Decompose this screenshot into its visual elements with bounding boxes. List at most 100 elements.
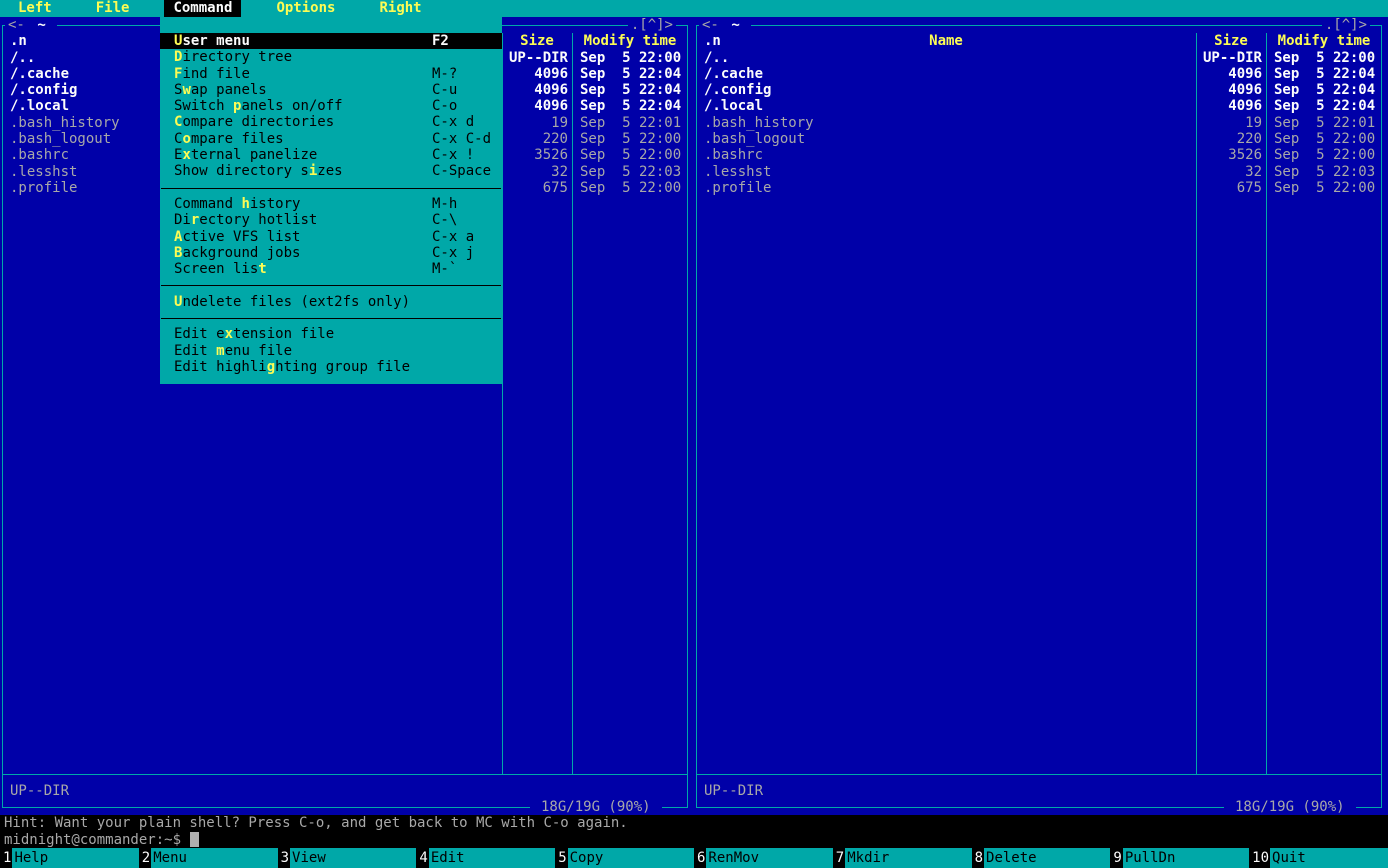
column-header-name[interactable]: Name — [698, 33, 1194, 49]
menu-item-compare-directories[interactable]: Compare directoriesC-x d — [160, 114, 502, 130]
file-mtime: Sep 5 22:00 — [580, 50, 681, 66]
fkey-8-delete[interactable]: 8Delete — [972, 848, 1111, 868]
mini-status-separator — [697, 774, 1381, 775]
fkey-3-view[interactable]: 3View — [278, 848, 417, 868]
column-header-size[interactable]: Size — [1197, 33, 1265, 49]
panel-path[interactable]: ~ — [26, 17, 57, 33]
file-row[interactable]: /..UP--DIRSep 5 22:00 — [696, 50, 1382, 66]
fkey-4-edit[interactable]: 4Edit — [416, 848, 555, 868]
file-name: /.config — [10, 82, 77, 98]
fkey-label: View — [290, 848, 416, 868]
menu-item-show-directory-sizes[interactable]: Show directory sizes C-Space — [160, 163, 502, 179]
fkey-label: RenMov — [706, 848, 832, 868]
menu-item-edit-menu-file[interactable]: Edit menu file — [160, 343, 502, 359]
file-name: .lesshst — [10, 164, 77, 180]
hotkey-letter: x — [225, 326, 233, 342]
column-header-mtime[interactable]: Modify time — [1267, 33, 1381, 49]
file-row[interactable]: .bash_history19Sep 5 22:01 — [696, 115, 1382, 131]
menu-shortcut: C-x a — [432, 229, 474, 245]
file-name: .bash_history — [704, 115, 814, 131]
command-line[interactable]: midnight@commander:~$ — [0, 832, 1388, 849]
menubar-item-options[interactable]: Options — [267, 0, 344, 17]
menu-item-background-jobs[interactable]: Background jobsC-x j — [160, 245, 502, 261]
column-header-size[interactable]: Size — [503, 33, 571, 49]
file-name: .bashrc — [10, 147, 69, 163]
menu-item-label: Directory hotlist — [174, 212, 317, 228]
menu-separator — [160, 310, 502, 326]
right-panel: <- ~ .[^]>.nNameSizeModify time/..UP--DI… — [696, 17, 1382, 815]
panel-corner-buttons[interactable]: .[^]> — [628, 17, 676, 33]
file-name: .bashrc — [704, 147, 763, 163]
menubar-item-command[interactable]: Command — [164, 0, 241, 17]
file-row[interactable]: .lesshst32Sep 5 22:03 — [696, 164, 1382, 180]
menu-item-edit-highlighting-group-file[interactable]: Edit highlighting group file — [160, 359, 502, 375]
menu-item-swap-panels[interactable]: Swap panels C-u — [160, 82, 502, 98]
file-row[interactable]: /.cache4096Sep 5 22:04 — [696, 66, 1382, 82]
hotkey-letter: U — [174, 33, 182, 49]
fkey-9-pulldn[interactable]: 9PullDn — [1110, 848, 1249, 868]
file-name: .bash_logout — [704, 131, 805, 147]
file-mtime: Sep 5 22:00 — [1274, 50, 1375, 66]
menu-item-edit-extension-file[interactable]: Edit extension file — [160, 326, 502, 342]
column-separator — [1266, 33, 1267, 775]
file-name: .profile — [704, 180, 771, 196]
menu-item-directory-tree[interactable]: Directory tree — [160, 49, 502, 65]
menubar-item-right[interactable]: Right — [370, 0, 430, 17]
menu-shortcut: C-\ — [432, 212, 457, 228]
menu-shortcut: C-x d — [432, 114, 474, 130]
panel-path[interactable]: ~ — [720, 17, 751, 33]
file-row[interactable]: .profile675Sep 5 22:00 — [696, 180, 1382, 196]
file-row[interactable]: /.config4096Sep 5 22:04 — [696, 82, 1382, 98]
menu-item-label: External panelize — [174, 147, 317, 163]
menu-item-label: Show directory sizes — [174, 163, 343, 179]
hotkey-letter: x — [182, 147, 190, 163]
file-row[interactable]: .bash_logout220Sep 5 22:00 — [696, 131, 1382, 147]
file-mtime: Sep 5 22:00 — [580, 147, 681, 163]
menu-item-user-menu[interactable]: User menuF2 — [160, 33, 502, 49]
history-back-button[interactable]: <- — [699, 17, 722, 33]
menu-item-switch-panels-on-off[interactable]: Switch panels on/offC-o — [160, 98, 502, 114]
menu-item-directory-hotlist[interactable]: Directory hotlist C-\ — [160, 212, 502, 228]
menu-shortcut: C-Space — [432, 163, 491, 179]
file-name: /.. — [704, 50, 729, 66]
fkey-10-quit[interactable]: 10Quit — [1249, 848, 1388, 868]
menu-item-external-panelize[interactable]: External panelizeC-x ! — [160, 147, 502, 163]
fkey-5-copy[interactable]: 5Copy — [555, 848, 694, 868]
fkey-2-menu[interactable]: 2Menu — [139, 848, 278, 868]
hotkey-letter: D — [174, 49, 182, 65]
menubar-item-left[interactable]: Left — [9, 0, 61, 17]
menu-item-screen-list[interactable]: Screen listM-` — [160, 261, 502, 277]
file-mtime: Sep 5 22:01 — [580, 115, 681, 131]
file-name: /.cache — [10, 66, 69, 82]
hint-line: Hint: Want your plain shell? Press C-o, … — [0, 815, 1388, 831]
panel-corner-buttons[interactable]: .[^]> — [1322, 17, 1370, 33]
fkey-6-renmov[interactable]: 6RenMov — [694, 848, 833, 868]
menu-item-label: Directory tree — [174, 49, 292, 65]
menu-shortcut: C-u — [432, 82, 457, 98]
fkey-label: Quit — [1270, 848, 1388, 868]
file-row[interactable]: .bashrc3526Sep 5 22:00 — [696, 147, 1382, 163]
file-mtime: Sep 5 22:04 — [1274, 98, 1375, 114]
hotkey-letter: F — [174, 66, 182, 82]
menu-item-command-history[interactable]: Command historyM-h — [160, 196, 502, 212]
history-back-button[interactable]: <- — [5, 17, 28, 33]
fkey-7-mkdir[interactable]: 7Mkdir — [833, 848, 972, 868]
menu-item-compare-files[interactable]: Compare filesC-x C-d — [160, 131, 502, 147]
hotkey-letter: o — [182, 131, 190, 147]
menu-item-find-file[interactable]: Find fileM-? — [160, 66, 502, 82]
fkey-1-help[interactable]: 1Help — [0, 848, 139, 868]
file-size: 675 — [502, 180, 568, 196]
file-mtime: Sep 5 22:00 — [1274, 147, 1375, 163]
column-separator — [502, 33, 503, 775]
file-row[interactable]: /.local4096Sep 5 22:04 — [696, 98, 1382, 114]
file-size: 19 — [502, 115, 568, 131]
fkey-number: 1 — [0, 848, 12, 868]
menubar-item-file[interactable]: File — [87, 0, 139, 17]
column-header-mtime[interactable]: Modify time — [573, 33, 687, 49]
file-list: /..UP--DIRSep 5 22:00/.cache4096Sep 5 22… — [696, 50, 1382, 197]
menu-item-label: Edit menu file — [174, 343, 292, 359]
hotkey-letter: m — [216, 343, 224, 359]
menu-item-active-vfs-list[interactable]: Active VFS listC-x a — [160, 229, 502, 245]
menu-item-label: Swap panels — [174, 82, 267, 98]
menu-item-undelete-files-ext2fs-only[interactable]: Undelete files (ext2fs only) — [160, 294, 502, 310]
